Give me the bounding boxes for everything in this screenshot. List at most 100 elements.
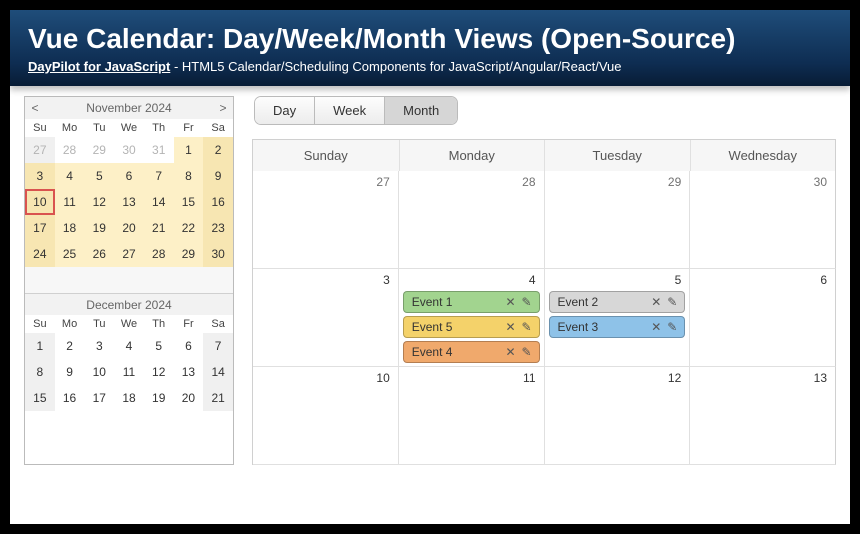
mini-day-cell[interactable]: 27 <box>114 241 144 267</box>
mini-day-cell[interactable]: 21 <box>144 215 174 241</box>
mini-day-cell[interactable]: 5 <box>84 163 114 189</box>
mini-day-cell <box>144 267 174 293</box>
delete-icon[interactable]: ✕ <box>648 295 664 309</box>
calendar-event[interactable]: Event 3✕✎ <box>549 316 686 338</box>
mini-day-cell[interactable]: 2 <box>203 137 233 163</box>
month-day-cell[interactable]: 13 <box>690 367 836 465</box>
mini-day-cell[interactable]: 20 <box>114 215 144 241</box>
month-day-cell[interactable]: 5 Event 2✕✎ Event 3✕✎ <box>545 269 691 367</box>
mini-day-cell[interactable]: 1 <box>25 333 55 359</box>
mini-day-cell[interactable]: 7 <box>203 333 233 359</box>
edit-icon[interactable]: ✎ <box>519 295 535 309</box>
mini-day-cell[interactable]: 27 <box>25 137 55 163</box>
month-dow-label: Sunday <box>253 140 399 171</box>
mini-day-cell[interactable]: 18 <box>55 215 85 241</box>
month-day-cell[interactable]: 6 <box>690 269 836 367</box>
edit-icon[interactable]: ✎ <box>664 320 680 334</box>
month-day-number: 5 <box>675 273 682 287</box>
mini-day-cell[interactable]: 4 <box>114 333 144 359</box>
calendar-event[interactable]: Event 2✕✎ <box>549 291 686 313</box>
mini-day-cell <box>55 267 85 293</box>
month-day-cell[interactable]: 10 <box>253 367 399 465</box>
mini-day-cell[interactable]: 25 <box>55 241 85 267</box>
month-day-cell[interactable]: 27 <box>253 171 399 269</box>
mini-day-cell[interactable]: 11 <box>114 359 144 385</box>
mini-day-cell[interactable]: 17 <box>84 385 114 411</box>
month-day-cell[interactable]: 12 <box>545 367 691 465</box>
mini-day-cell[interactable]: 11 <box>55 189 85 215</box>
mini-day-cell[interactable]: 19 <box>144 385 174 411</box>
mini-day-cell[interactable]: 30 <box>203 241 233 267</box>
mini-day-cell[interactable]: 12 <box>144 359 174 385</box>
mini-dow-label: Sa <box>203 119 233 137</box>
mini-day-cell[interactable]: 29 <box>84 137 114 163</box>
mini-day-cell[interactable]: 22 <box>174 215 204 241</box>
mini-day-cell[interactable]: 15 <box>25 385 55 411</box>
mini-day-cell[interactable]: 26 <box>84 241 114 267</box>
edit-icon[interactable]: ✎ <box>519 320 535 334</box>
month-day-cell[interactable]: 4 Event 1✕✎ Event 5✕✎ Event 4✕✎ <box>399 269 545 367</box>
mini-dow-label: Mo <box>55 315 85 333</box>
mini-dow-label: Th <box>144 119 174 137</box>
mini-day-cell[interactable]: 7 <box>144 163 174 189</box>
mini-day-cell[interactable]: 3 <box>25 163 55 189</box>
mini-day-cell[interactable]: 28 <box>144 241 174 267</box>
mini-day-cell <box>203 267 233 293</box>
tab-day[interactable]: Day <box>255 97 314 124</box>
mini-day-cell[interactable]: 21 <box>203 385 233 411</box>
mini-day-cell[interactable]: 12 <box>84 189 114 215</box>
mini-day-cell[interactable]: 16 <box>55 385 85 411</box>
mini-day-cell[interactable]: 5 <box>144 333 174 359</box>
daypilot-link[interactable]: DayPilot for JavaScript <box>28 59 170 74</box>
mini-day-cell[interactable]: 19 <box>84 215 114 241</box>
mini-day-cell[interactable]: 8 <box>25 359 55 385</box>
mini-day-cell[interactable]: 2 <box>55 333 85 359</box>
mini-day-cell[interactable]: 8 <box>174 163 204 189</box>
month-day-cell[interactable]: 29 <box>545 171 691 269</box>
mini-day-cell[interactable]: 30 <box>114 137 144 163</box>
calendar-event[interactable]: Event 5✕✎ <box>403 316 540 338</box>
mini-day-cell[interactable]: 20 <box>174 385 204 411</box>
month-dow-label: Monday <box>399 140 545 171</box>
mini-day-cell[interactable]: 9 <box>55 359 85 385</box>
mini-day-cell[interactable]: 14 <box>144 189 174 215</box>
delete-icon[interactable]: ✕ <box>503 345 519 359</box>
calendar-event[interactable]: Event 4✕✎ <box>403 341 540 363</box>
mini-day-cell[interactable]: 3 <box>84 333 114 359</box>
mini-day-cell[interactable]: 9 <box>203 163 233 189</box>
delete-icon[interactable]: ✕ <box>503 295 519 309</box>
mini-day-cell[interactable]: 10 <box>84 359 114 385</box>
mini-day-cell[interactable]: 1 <box>174 137 204 163</box>
mini-day-cell[interactable]: 16 <box>203 189 233 215</box>
month-day-cell[interactable]: 30 <box>690 171 836 269</box>
mini-day-cell[interactable]: 23 <box>203 215 233 241</box>
mini-day-cell[interactable]: 6 <box>174 333 204 359</box>
mini-day-cell[interactable]: 24 <box>25 241 55 267</box>
edit-icon[interactable]: ✎ <box>519 345 535 359</box>
mini-day-cell[interactable]: 18 <box>114 385 144 411</box>
mini-day-cell[interactable]: 14 <box>203 359 233 385</box>
mini-day-cell[interactable]: 28 <box>55 137 85 163</box>
edit-icon[interactable]: ✎ <box>664 295 680 309</box>
month-day-cell[interactable]: 3 <box>253 269 399 367</box>
delete-icon[interactable]: ✕ <box>648 320 664 334</box>
mini-day-cell[interactable]: 6 <box>114 163 144 189</box>
mini-day-cell[interactable]: 29 <box>174 241 204 267</box>
mini-dow-label: Su <box>25 119 55 137</box>
mini-day-cell[interactable]: 15 <box>174 189 204 215</box>
delete-icon[interactable]: ✕ <box>503 320 519 334</box>
mini-day-cell[interactable]: 13 <box>114 189 144 215</box>
tab-week[interactable]: Week <box>314 97 384 124</box>
month-day-cell[interactable]: 11 <box>399 367 545 465</box>
mini-day-cell[interactable]: 17 <box>25 215 55 241</box>
calendar-event[interactable]: Event 1✕✎ <box>403 291 540 313</box>
mini-day-cell[interactable]: 4 <box>55 163 85 189</box>
month-day-cell[interactable]: 28 <box>399 171 545 269</box>
mini-day-cell[interactable]: 31 <box>144 137 174 163</box>
mini-day-cell[interactable]: 13 <box>174 359 204 385</box>
month-day-number: 4 <box>529 273 536 287</box>
mini-next-button[interactable]: > <box>213 101 233 115</box>
mini-prev-button[interactable]: < <box>25 101 45 115</box>
mini-day-cell[interactable]: 10 <box>25 189 55 215</box>
tab-month[interactable]: Month <box>384 97 457 124</box>
